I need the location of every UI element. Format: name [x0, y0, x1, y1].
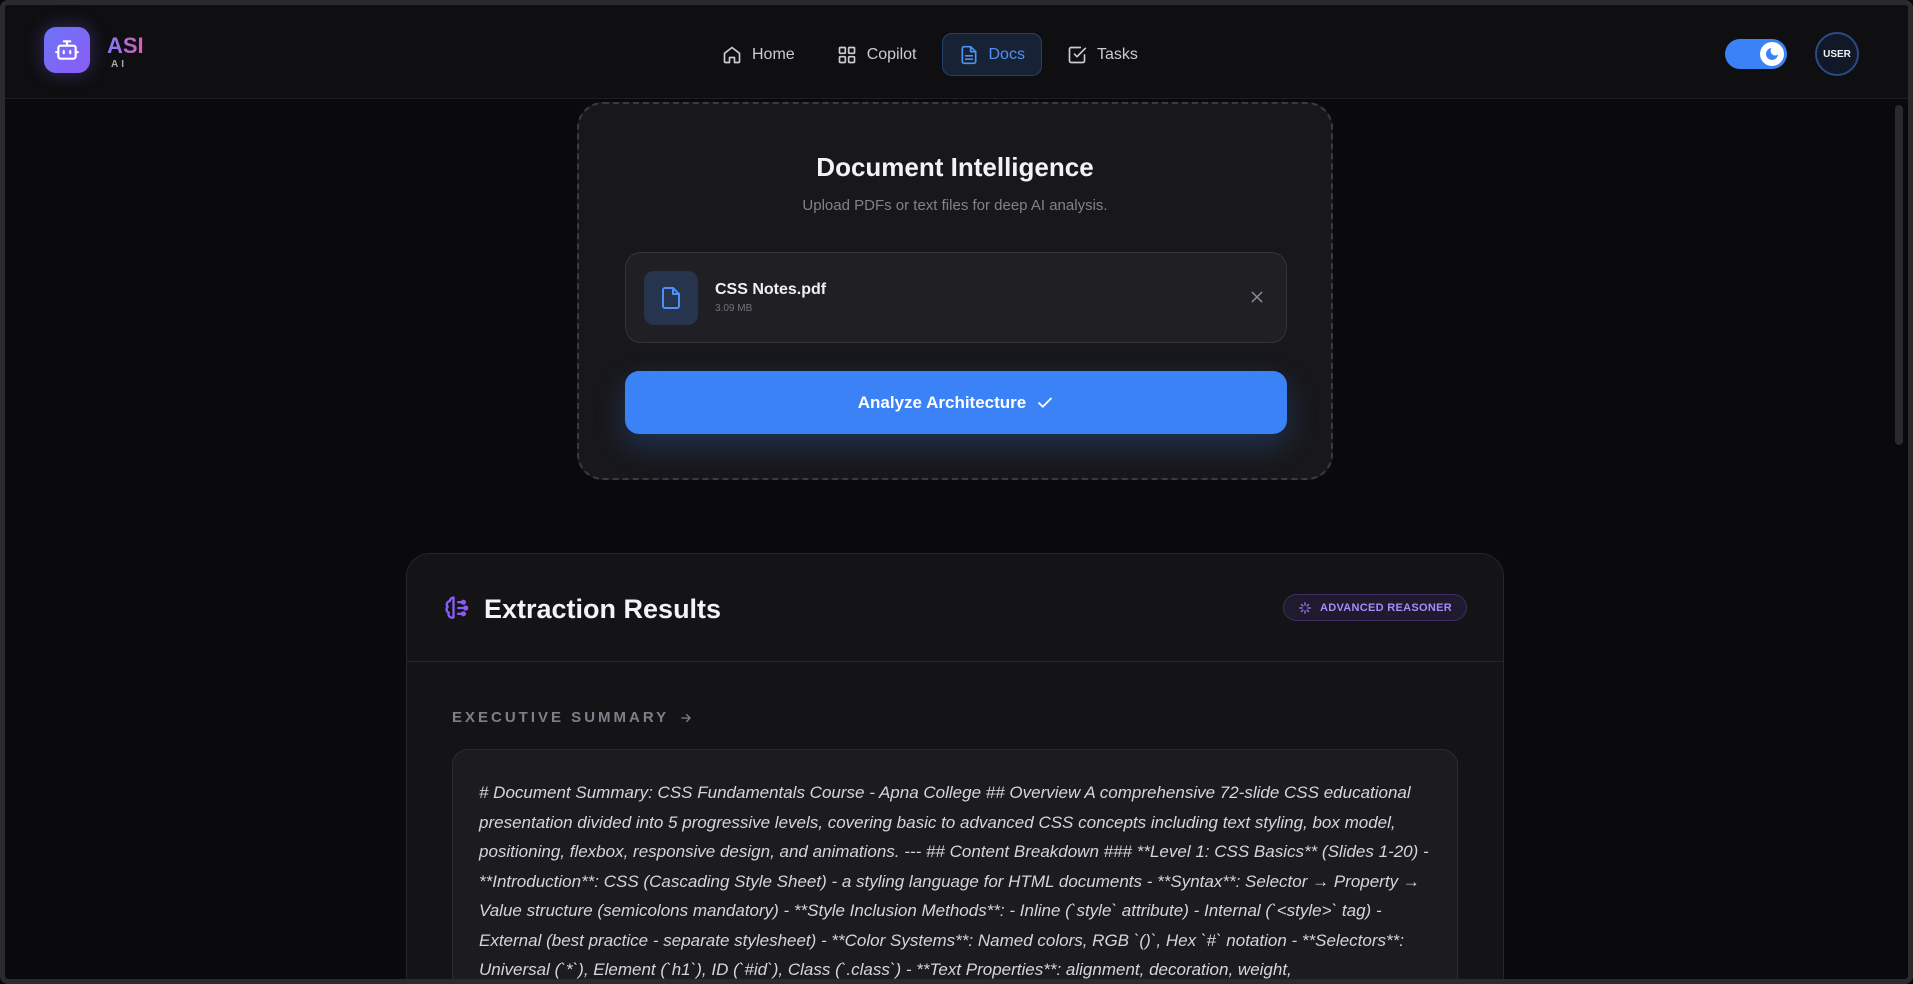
brain-icon: [445, 596, 469, 619]
check-icon: [1038, 397, 1053, 408]
reasoner-badge: ADVANCED REASONER: [1282, 594, 1467, 621]
toggle-knob: [1760, 42, 1784, 66]
nav-home[interactable]: Home: [705, 33, 812, 76]
file-name: CSS Notes.pdf: [715, 281, 827, 298]
robot-icon: [55, 40, 79, 60]
arrow-right-icon: [681, 713, 691, 722]
main-nav: Home Copilot Docs Tasks: [705, 33, 1155, 76]
nav-copilot-label: Copilot: [866, 45, 917, 63]
page-scrollbar[interactable]: [1895, 105, 1903, 445]
analyze-button-label: Analyze Architecture: [857, 392, 1027, 412]
file-icon: [961, 45, 976, 64]
file-type-badge: [644, 271, 698, 325]
logo-title: ASI: [107, 33, 144, 58]
summary-box: # Document Summary: CSS Fundamentals Cou…: [452, 749, 1458, 979]
nav-copilot[interactable]: Copilot: [820, 33, 934, 76]
logo[interactable]: [44, 27, 90, 73]
document-icon: [662, 287, 680, 309]
logo-text: ASI AI: [107, 33, 144, 71]
app-window: ASI AI Home Copilot Docs Tasks USER Docu…: [0, 0, 1913, 984]
file-size: 3.09 MB: [715, 303, 753, 314]
results-title: Extraction Results: [484, 594, 722, 624]
nav-tasks-label: Tasks: [1096, 45, 1138, 63]
top-header: ASI AI Home Copilot Docs Tasks USER: [5, 5, 1908, 99]
nav-docs-label: Docs: [988, 45, 1025, 63]
remove-file-button[interactable]: [1246, 286, 1268, 308]
moon-icon: [1766, 48, 1778, 60]
upload-title: Document Intelligence: [816, 152, 1094, 182]
upload-subtitle: Upload PDFs or text files for deep AI an…: [802, 197, 1108, 214]
selected-file: CSS Notes.pdf 3.09 MB: [625, 252, 1287, 343]
sparkle-icon: [1299, 601, 1311, 614]
user-avatar[interactable]: USER: [1815, 32, 1859, 76]
badge-label: ADVANCED REASONER: [1319, 601, 1452, 614]
summary-section-header[interactable]: EXECUTIVE SUMMARY: [452, 709, 693, 726]
summary-text: # Document Summary: CSS Fundamentals Cou…: [479, 783, 1429, 979]
results-card: Extraction Results ADVANCED REASONER EXE…: [406, 553, 1504, 979]
upload-card: Document Intelligence Upload PDFs or tex…: [577, 102, 1333, 480]
summary-section-label: EXECUTIVE SUMMARY: [452, 709, 670, 726]
analyze-button[interactable]: Analyze Architecture: [625, 371, 1287, 434]
nav-docs[interactable]: Docs: [941, 33, 1042, 76]
grid-icon: [838, 46, 856, 63]
checkbox-icon: [1068, 46, 1087, 63]
nav-home-label: Home: [752, 45, 795, 63]
home-icon: [723, 46, 741, 63]
logo-subtitle: AI: [111, 59, 127, 70]
nav-tasks[interactable]: Tasks: [1050, 33, 1155, 76]
results-header: Extraction Results ADVANCED REASONER: [407, 554, 1503, 662]
close-icon: [1251, 291, 1263, 303]
theme-toggle[interactable]: [1725, 39, 1787, 69]
